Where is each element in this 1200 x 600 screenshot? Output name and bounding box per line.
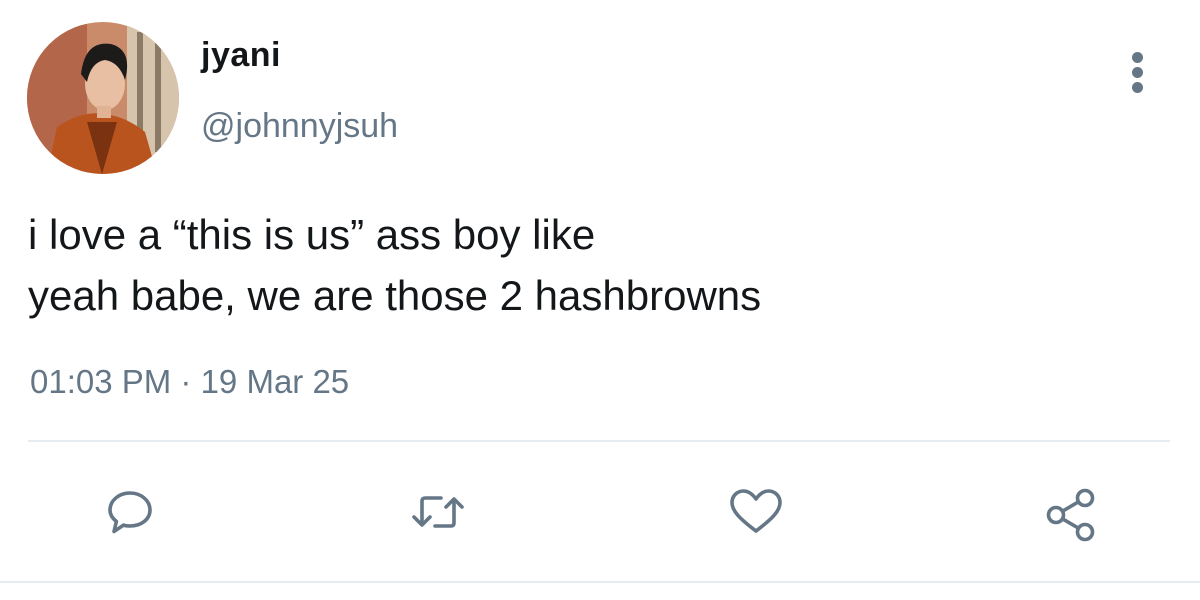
more-options-dot bbox=[1132, 67, 1143, 78]
share-icon bbox=[1046, 488, 1095, 542]
divider bbox=[28, 440, 1170, 442]
display-name[interactable]: jyani bbox=[201, 38, 281, 72]
user-handle[interactable]: @johnnyjsuh bbox=[201, 109, 398, 143]
share-button[interactable] bbox=[1044, 488, 1100, 542]
tweet-card: jyani @johnnyjsuh i love a “this is us” … bbox=[0, 0, 1200, 600]
like-button[interactable] bbox=[728, 488, 782, 536]
reply-icon bbox=[108, 491, 152, 534]
avatar[interactable] bbox=[27, 22, 179, 174]
tweet-timestamp[interactable]: 01:03 PM · 19 Mar 25 bbox=[30, 365, 349, 398]
like-icon bbox=[730, 489, 782, 533]
divider bbox=[0, 581, 1200, 583]
reply-button[interactable] bbox=[106, 488, 154, 536]
more-options-button[interactable] bbox=[1118, 48, 1158, 96]
tweet-text: i love a “this is us” ass boy like yeah … bbox=[28, 204, 1168, 326]
more-options-dot bbox=[1132, 82, 1143, 93]
tweet-text-line: i love a “this is us” ass boy like bbox=[28, 211, 596, 258]
more-options-icon bbox=[1132, 52, 1143, 63]
tweet-text-line: yeah babe, we are those 2 hashbrowns bbox=[28, 272, 762, 319]
avatar-photo bbox=[27, 22, 179, 174]
retweet-icon bbox=[412, 496, 464, 528]
retweet-button[interactable] bbox=[408, 488, 464, 536]
